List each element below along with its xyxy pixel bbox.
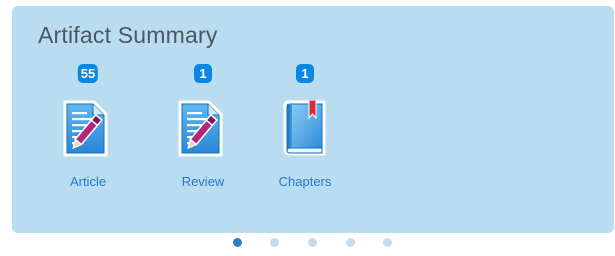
pagination-dot-2[interactable] [270, 238, 279, 247]
pagination-dot-4[interactable] [346, 238, 355, 247]
count-badge: 1 [296, 64, 314, 83]
artifact-item-chapters[interactable]: 1 Chapters [268, 64, 342, 199]
count-badge: 55 [77, 64, 99, 83]
artifact-summary-panel: Artifact Summary 55 Article 1 Review 1 C… [12, 6, 614, 233]
artifact-list: 55 Article 1 Review 1 Chapters [12, 64, 614, 204]
artifact-label: Article [69, 174, 107, 189]
panel-title: Artifact Summary [38, 22, 218, 48]
book-icon[interactable] [279, 100, 331, 158]
pagination-dot-5[interactable] [383, 238, 392, 247]
artifact-label: Chapters [278, 174, 332, 189]
count-badge: 1 [194, 64, 212, 83]
pagination-dot-1[interactable] [233, 238, 242, 247]
document-pen-icon[interactable] [177, 100, 229, 158]
pagination-dot-3[interactable] [308, 238, 317, 247]
document-pen-icon[interactable] [62, 100, 114, 158]
artifact-label: Review [181, 174, 225, 189]
artifact-item-article[interactable]: 55 Article [51, 64, 125, 199]
artifact-item-review[interactable]: 1 Review [166, 64, 240, 199]
